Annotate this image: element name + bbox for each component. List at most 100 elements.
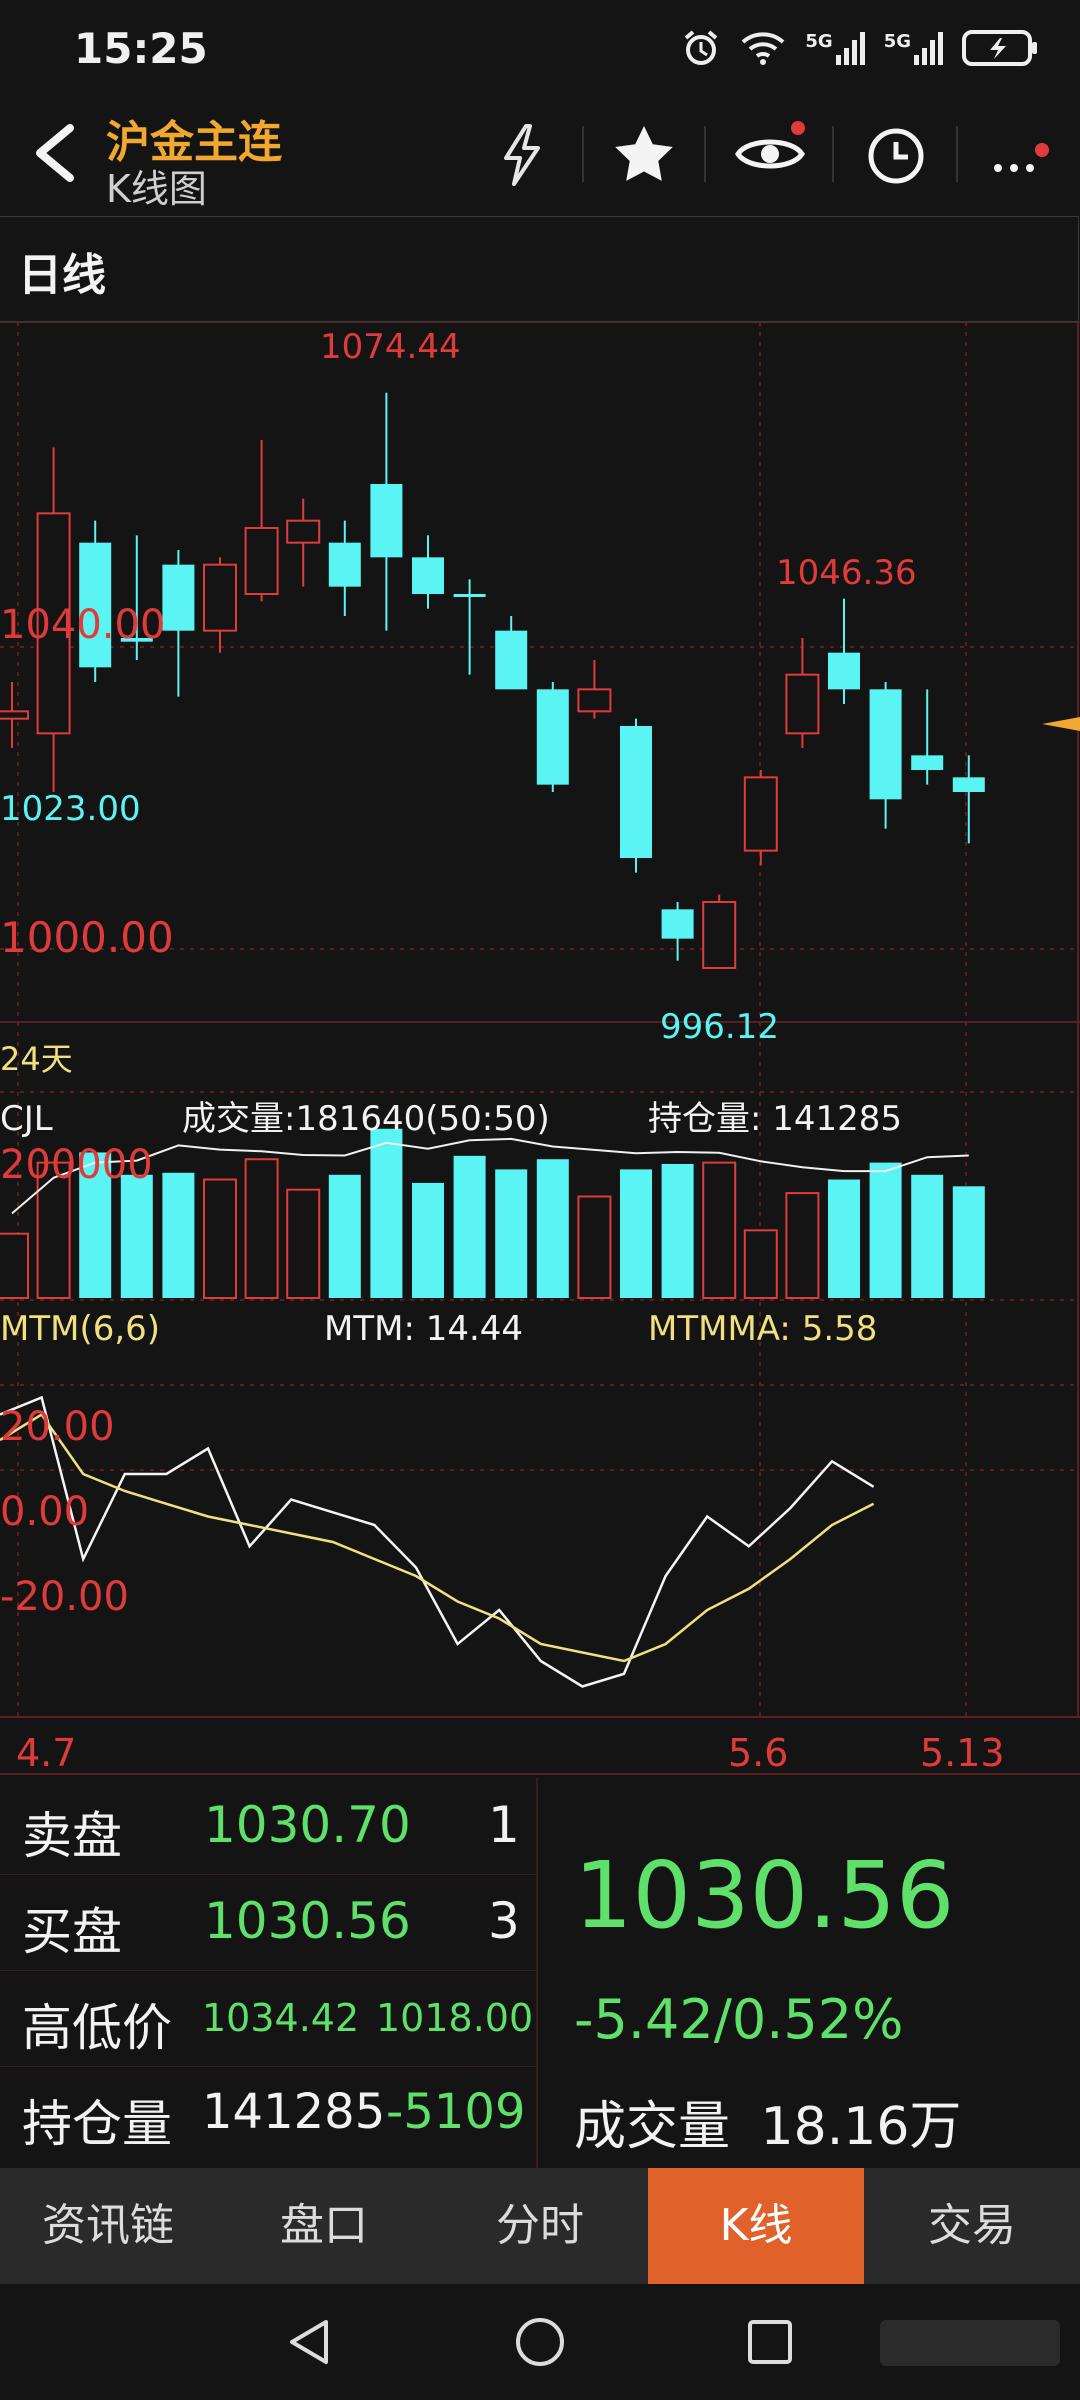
high-low-label: 高低价: [22, 1999, 172, 2057]
mtm-axis-label: 0.00: [0, 1489, 89, 1535]
signal-1: 5G: [805, 31, 865, 65]
mtmma-value-text: MTMMA: 5.58: [648, 1309, 877, 1349]
price-change: -5.42/0.52%: [574, 1988, 904, 2051]
price-local-high-label: 1046.36: [776, 553, 917, 593]
price-axis-label-1000: 1000.00: [0, 913, 174, 962]
quote-divider: [536, 1778, 538, 2168]
network-type-1: 5G: [805, 31, 833, 52]
battery-icon: [962, 30, 1037, 66]
volume-panel-name: CJL: [0, 1099, 53, 1139]
bid-row: 买盘 1030.56 3: [0, 1874, 536, 1971]
candle-body: [453, 594, 486, 597]
bid-label: 买盘: [22, 1903, 122, 1961]
title-bar: 沪金主连 K线图: [0, 100, 1080, 212]
volume-bar: [370, 1128, 403, 1298]
toolbar-divider: [956, 126, 958, 182]
tab-trade[interactable]: 交易: [864, 2168, 1080, 2284]
candle: [828, 598, 860, 704]
nav-back-icon[interactable]: [282, 2314, 338, 2370]
candle-body: [620, 726, 652, 858]
quote-panel: 卖盘 1030.70 1 买盘 1030.56 3 高低价 1034.42 10…: [0, 1778, 1080, 2168]
candle: [495, 616, 528, 690]
volume-bar: [203, 1178, 237, 1299]
mtm-line: [0, 1395, 875, 1688]
tab-intraday[interactable]: 分时: [432, 2168, 648, 2284]
candle: [536, 682, 569, 792]
price-low-label-left: 1023.00: [0, 789, 141, 829]
nav-home-icon[interactable]: [512, 2314, 568, 2370]
nav-recents-icon[interactable]: [742, 2314, 798, 2370]
volume-bar: [743, 1229, 778, 1299]
candle: [286, 498, 321, 587]
candle: [620, 718, 652, 873]
candle-body: [577, 688, 612, 713]
volume-bar: [162, 1172, 195, 1298]
candle-body: [536, 689, 569, 785]
ask-qty: 1: [488, 1796, 520, 1854]
volume-bar: [0, 1232, 29, 1300]
candle: [328, 520, 361, 616]
clock-icon[interactable]: [860, 118, 932, 190]
candle-body: [370, 484, 403, 558]
period-selector[interactable]: 日线: [0, 216, 1079, 322]
lightning-icon[interactable]: [486, 118, 558, 190]
kline-chart[interactable]: 1074.44 1040.00 1023.00 1000.00 996.12 1…: [0, 322, 1080, 1776]
candle: [0, 682, 29, 748]
back-arrow-icon[interactable]: [26, 118, 86, 188]
open-interest-row: 持仓量 141285 -5109: [0, 2066, 536, 2162]
toolbar-divider: [832, 126, 834, 182]
volume-bar: [785, 1192, 820, 1299]
tab-news-chain[interactable]: 资讯链: [0, 2168, 216, 2284]
volume-bar: [952, 1186, 985, 1298]
eye-icon[interactable]: [734, 118, 806, 190]
candle: [911, 689, 944, 785]
high-low-row: 高低价 1034.42 1018.00: [0, 1970, 536, 2067]
wifi-icon: [742, 32, 785, 65]
tab-kline[interactable]: K线: [648, 2168, 864, 2284]
bottom-tab-bar: 资讯链 盘口 分时 K线 交易: [0, 2168, 1080, 2284]
date-label: 5.13: [920, 1731, 1005, 1775]
status-icons: 5G 5G: [681, 28, 1040, 68]
volume-label: 成交量: [574, 2097, 731, 2157]
chart-grid: [0, 322, 1080, 1775]
volume-text: 成交量:181640(50:50): [182, 1099, 550, 1139]
candle-body: [0, 710, 29, 720]
mtm-panel-name: MTM(6,6): [0, 1309, 160, 1349]
volume-bar: [328, 1174, 361, 1298]
open-interest-label: 持仓量: [22, 2095, 172, 2153]
volume-summary: 成交量 18.16万: [574, 2084, 961, 2159]
candle: [203, 557, 237, 653]
candle: [162, 550, 195, 697]
star-icon[interactable]: [608, 118, 680, 190]
ask-row: 卖盘 1030.70 1: [0, 1778, 536, 1875]
candle-body: [328, 542, 361, 587]
tab-order-book[interactable]: 盘口: [216, 2168, 432, 2284]
candle-body: [785, 673, 820, 735]
volume-bar: [869, 1162, 902, 1298]
date-label: 5.6: [728, 1731, 788, 1775]
candle-body: [911, 755, 944, 770]
mtm-axis-label: 20.00: [0, 1404, 115, 1450]
volume-bar: [620, 1169, 652, 1298]
candle-body: [661, 909, 694, 939]
toolbar-divider: [704, 126, 706, 182]
price-high-label: 1074.44: [320, 327, 461, 367]
candle-body: [244, 527, 279, 595]
candle: [412, 535, 444, 609]
candle-body: [702, 901, 737, 969]
candle-body: [203, 563, 237, 632]
toolbar-divider: [582, 126, 584, 182]
volume-bar: [120, 1174, 153, 1298]
volume-ma-line: [11, 1137, 969, 1215]
date-label: 4.7: [16, 1731, 76, 1775]
volume-bar: [536, 1159, 569, 1298]
candle-body: [952, 777, 985, 792]
more-icon[interactable]: [984, 118, 1056, 190]
volume-axis-label: 200000: [0, 1142, 153, 1188]
volume-bar: [244, 1158, 279, 1299]
alarm-icon: [685, 30, 718, 65]
price-axis-label-1040: 1040.00: [0, 602, 165, 648]
open-interest-value: 141285: [202, 2084, 386, 2140]
volume-bar: [412, 1182, 444, 1298]
open-interest-change: -5109: [386, 2084, 526, 2140]
